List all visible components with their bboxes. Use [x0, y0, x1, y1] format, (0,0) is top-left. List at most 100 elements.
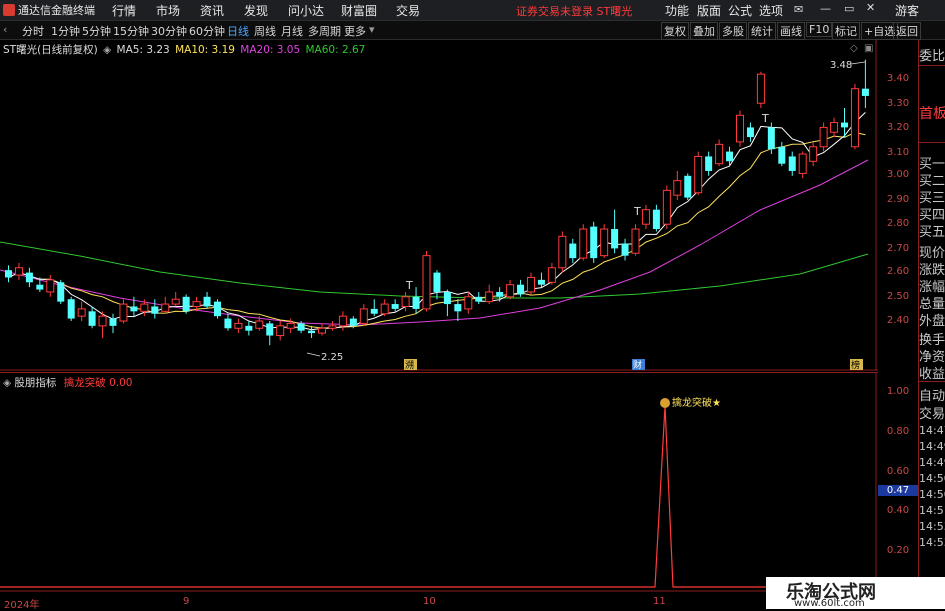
candle-body — [224, 318, 232, 329]
period-tab[interactable]: 5分钟 — [82, 23, 111, 39]
candle-body — [25, 272, 33, 283]
y-tick: 0.60 — [886, 466, 910, 477]
side-row: 收益 — [919, 363, 945, 382]
period-tab[interactable]: 15分钟 — [113, 23, 149, 39]
candle-body — [161, 303, 170, 312]
more-tab[interactable]: 更多 — [344, 23, 366, 39]
side-row: 外盘 — [919, 310, 945, 329]
candle-body — [98, 315, 107, 327]
candle-body — [485, 291, 494, 303]
message-icon[interactable]: ✉ — [794, 3, 803, 16]
menu-layout[interactable]: 版面 — [697, 2, 721, 19]
candle-body — [662, 189, 671, 225]
candle-body — [255, 320, 264, 329]
menu-ask[interactable]: 问小达 — [288, 2, 324, 19]
candle-body — [276, 325, 285, 337]
minimize-icon[interactable]: — — [820, 2, 831, 15]
app-brand: 通达信金融终端 — [3, 2, 95, 18]
toolbar-button[interactable]: 统计 — [748, 22, 776, 40]
candle-body — [14, 267, 23, 276]
toolbar-button[interactable]: 叠加 — [690, 22, 718, 40]
period-tab[interactable]: 30分钟 — [151, 23, 187, 39]
kline-chart[interactable]: 3.48 2.25 T T T 溯 财 榜 — [0, 40, 878, 371]
candle-body — [611, 229, 619, 249]
y-tick: 2.90 — [886, 194, 910, 205]
period-tab[interactable]: 60分钟 — [189, 23, 225, 39]
toolbar-button[interactable]: F10 — [806, 22, 833, 37]
candle-body — [830, 122, 839, 133]
y-tick: 2.50 — [886, 291, 910, 302]
menu-trade[interactable]: 交易 — [396, 2, 420, 19]
period-tab[interactable]: 月线 — [281, 23, 303, 39]
menu-function[interactable]: 功能 — [665, 2, 689, 19]
menu-wealth[interactable]: 财富圈 — [341, 2, 377, 19]
restore-icon[interactable]: ▭ — [844, 2, 854, 15]
toolbar-button[interactable]: 复权 — [661, 22, 689, 40]
tick-time: 14:50 — [919, 488, 945, 501]
tick-time: 14:51 — [919, 504, 945, 517]
candle-body — [715, 143, 724, 165]
chart-frame — [0, 40, 878, 371]
candle-body — [600, 228, 609, 257]
collapse-icon[interactable]: ‹ — [3, 23, 7, 36]
candle-body — [286, 322, 295, 329]
candle-body — [109, 318, 117, 326]
event-tag[interactable]: 财 — [633, 359, 642, 371]
candle-body — [631, 228, 640, 254]
candle-body — [569, 243, 577, 259]
candle-body — [641, 209, 650, 225]
money-bag-icon — [660, 398, 670, 408]
candle-body — [359, 308, 368, 324]
candle-body — [517, 284, 525, 295]
menu-news[interactable]: 资讯 — [200, 2, 224, 19]
y-tick: 2.60 — [886, 266, 910, 277]
candle-body — [809, 146, 818, 162]
period-tab[interactable]: 分时 — [22, 23, 44, 39]
toolbar-button[interactable]: 画线 — [777, 22, 805, 40]
candle-body — [234, 322, 243, 329]
menu-discover[interactable]: 发现 — [244, 2, 268, 19]
toolbar-button[interactable]: 标记 — [832, 22, 860, 40]
close-icon[interactable]: ✕ — [866, 1, 875, 14]
back-button[interactable]: 返回 — [893, 22, 921, 40]
candle-body — [705, 156, 713, 171]
chevron-down-icon[interactable]: ▾ — [369, 23, 375, 36]
candle-body — [496, 291, 504, 297]
candle-body — [380, 303, 389, 315]
low-price-label: 2.25 — [321, 352, 343, 363]
candle-body — [579, 228, 588, 259]
candle-body — [119, 303, 128, 322]
period-tab-active[interactable]: 日线 — [227, 23, 249, 39]
candle-body — [203, 296, 211, 307]
menu-formula[interactable]: 公式 — [728, 2, 752, 19]
x-tick: 10 — [423, 596, 436, 607]
auto-trade-label[interactable]: 自动 — [919, 385, 945, 404]
candle-body — [88, 311, 96, 326]
menu-market[interactable]: 市场 — [156, 2, 180, 19]
y-tick: 0.80 — [886, 426, 910, 437]
candle-body — [391, 304, 399, 309]
candle-body — [778, 146, 786, 164]
period-tab[interactable]: 多周期 — [308, 23, 341, 39]
trade-label[interactable]: 交易 — [919, 403, 945, 422]
menu-options[interactable]: 选项 — [759, 2, 783, 19]
toolbar-button[interactable]: 多股 — [719, 22, 747, 40]
watermark: 乐淘公式网 www.60lt.com — [766, 577, 945, 609]
period-tab[interactable]: 1分钟 — [51, 23, 80, 39]
event-tag[interactable]: 溯 — [405, 359, 414, 371]
candle-body — [736, 114, 744, 143]
tick-time: 14:50 — [919, 472, 945, 485]
candle-body — [547, 267, 556, 283]
menu-quotes[interactable]: 行情 — [112, 2, 136, 19]
candle-body — [214, 301, 221, 317]
candle-body — [464, 296, 473, 310]
indicator-chart[interactable]: 擒龙突破★ — [0, 373, 878, 595]
tick-time: 14:53 — [919, 536, 945, 549]
period-tab[interactable]: 周线 — [254, 23, 276, 39]
x-tick: 11 — [653, 596, 666, 607]
y-tick: 3.20 — [886, 122, 910, 133]
event-tag[interactable]: 榜 — [851, 359, 860, 371]
app-title: 通达信金融终端 — [18, 4, 95, 17]
title-bar: 通达信金融终端 行情 市场 资讯 发现 问小达 财富圈 交易 证券交易未登录 S… — [0, 0, 945, 21]
guest-user[interactable]: 游客 — [895, 2, 919, 19]
